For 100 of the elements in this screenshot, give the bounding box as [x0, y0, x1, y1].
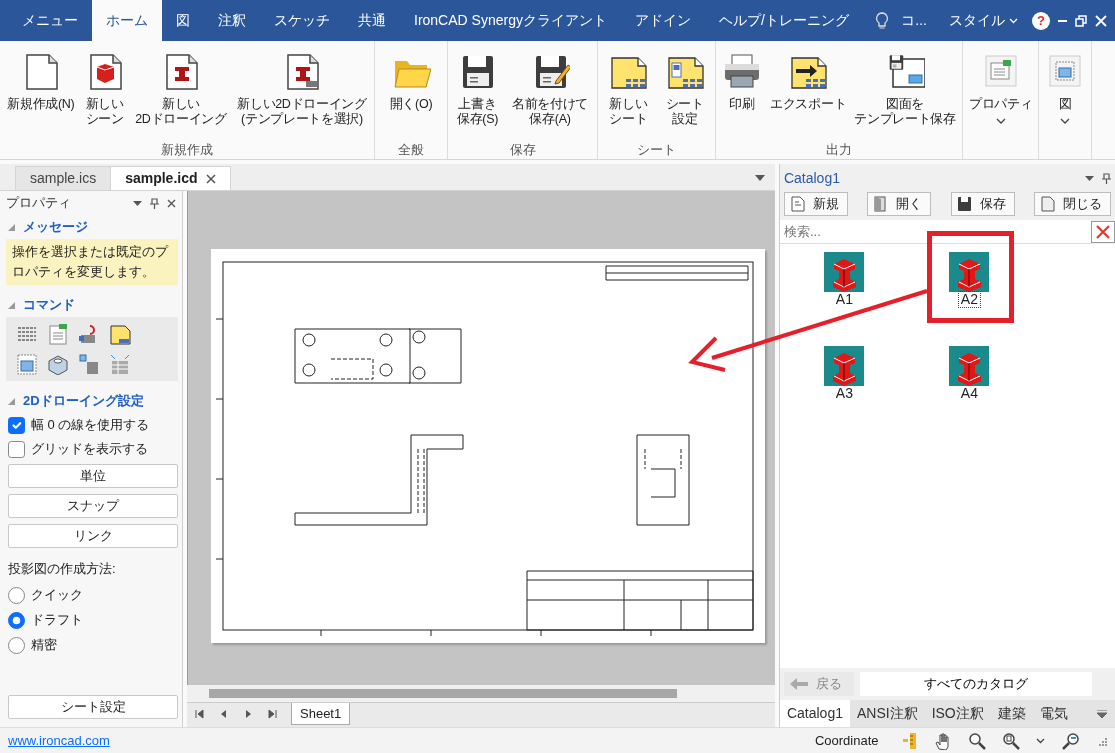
ribbon-button[interactable]: 新規作成(N) [3, 51, 79, 140]
ribbon-button[interactable]: 上書き 保存(S) [452, 51, 503, 140]
zoom-icon[interactable] [968, 731, 986, 750]
checkbox-label[interactable]: グリッドを表示する [31, 439, 148, 459]
search-hint[interactable]: コ... [901, 10, 927, 31]
ribbon-tab[interactable]: 図 [162, 0, 204, 41]
ribbon-button[interactable]: シート 設定 [660, 51, 709, 140]
panel-button[interactable]: リンク [8, 524, 178, 548]
catalog-tab[interactable]: 建築 [990, 700, 1033, 727]
ribbon-button[interactable]: 名前を付けて 保存(A) [507, 51, 593, 140]
ribbon-button[interactable]: 印刷 [718, 51, 766, 140]
ribbon-button[interactable]: 開く(O) [385, 51, 437, 140]
radio-label[interactable]: 精密 [31, 635, 57, 655]
sheet-settings-button[interactable]: シート設定 [8, 695, 178, 719]
radio-button[interactable] [8, 586, 25, 604]
ribbon-button[interactable]: 図 [1041, 51, 1090, 141]
radio-button[interactable] [8, 611, 25, 629]
clear-search-button[interactable] [1091, 221, 1115, 243]
group-label: 保存 [508, 141, 537, 159]
last-page-icon[interactable] [267, 709, 277, 719]
resize-grip-icon [1097, 735, 1107, 746]
back-arrow-icon [789, 678, 808, 690]
collapse-triangle-icon [8, 397, 15, 405]
ribbon-tab[interactable]: アドイン [620, 0, 705, 41]
section-heading[interactable]: 2Dドローイング設定 [23, 391, 144, 411]
coordinate-label: Coordinate [814, 731, 879, 750]
toolbar-button[interactable]: 保存 [950, 192, 1015, 216]
sheet-tab[interactable]: Sheet1 [291, 703, 351, 725]
ribbon-tab[interactable]: メニュー [8, 0, 92, 41]
ribbon-button[interactable]: 新しい シーン [80, 51, 129, 140]
close-icon [167, 198, 176, 208]
ribbon-button[interactable]: エクスポート [766, 51, 851, 140]
catalog-item[interactable]: A4 [949, 346, 990, 402]
dropdown-icon [754, 175, 765, 181]
section-heading[interactable]: メッセージ [23, 217, 88, 237]
first-page-icon[interactable] [195, 709, 205, 719]
panel-button[interactable]: スナップ [8, 494, 178, 518]
document-tab[interactable]: sample.ics [15, 166, 112, 190]
ribbon-tab[interactable]: IronCAD Synergyクライアント [400, 0, 621, 41]
style-menu[interactable]: スタイル [943, 9, 1024, 32]
field-label: 投影図の作成方法: [7, 560, 117, 578]
close-icon [205, 173, 216, 184]
restore-icon [1075, 14, 1087, 27]
ribbon-button[interactable]: 新しい2Dドローイング (テンプレートを選択) [233, 51, 371, 140]
catalog-tab[interactable]: ISO注釈 [924, 700, 991, 727]
toolbar-button[interactable]: 新規 [783, 192, 848, 216]
ribbon-tab[interactable]: 共通 [344, 0, 400, 41]
all-catalogs-button[interactable]: すべてのカタログ [859, 672, 1092, 696]
ribbon-button[interactable]: プロパティ [964, 51, 1037, 141]
collapse-triangle-icon [8, 301, 15, 309]
zoom-page-icon[interactable] [1002, 731, 1020, 750]
dynamic-zoom-icon[interactable] [1061, 731, 1081, 750]
next-icon[interactable] [243, 709, 253, 719]
checkbox[interactable] [8, 416, 25, 434]
catalog-tab[interactable]: Catalog1 [779, 700, 850, 727]
search-field[interactable]: 検索... [779, 220, 1091, 244]
radio-button[interactable] [8, 636, 25, 654]
ruler-icon[interactable] [902, 731, 918, 750]
checkbox-label[interactable]: 幅 0 の線を使用する [31, 415, 150, 435]
group-label: 新規作成 [160, 141, 214, 159]
previous-icon[interactable] [219, 709, 229, 719]
checkbox[interactable] [8, 440, 25, 458]
panel-button[interactable]: 単位 [8, 464, 178, 488]
toolbar-button[interactable]: 閉じる [1034, 192, 1111, 216]
radio-label[interactable]: ドラフト [31, 610, 83, 630]
ribbon-button[interactable]: 新しい シート [604, 51, 653, 140]
ribbon-tab[interactable]: 注釈 [204, 0, 260, 41]
toolbar-button[interactable]: 開く [867, 192, 932, 216]
open-door-icon [872, 196, 889, 212]
ribbon-tab[interactable]: スケッチ [260, 0, 344, 41]
catalog-item[interactable]: A2 [949, 252, 990, 308]
close-file-icon [1039, 196, 1055, 212]
catalog-tab[interactable]: 電気 [1032, 700, 1075, 727]
scrollbar[interactable] [209, 689, 677, 698]
help-button[interactable]: ? [1032, 11, 1050, 30]
block-icon[interactable] [47, 353, 69, 375]
catalog-tab[interactable]: ANSI注釈 [849, 700, 925, 727]
group-label: 出力 [824, 141, 853, 159]
group-label: 全般 [397, 141, 425, 159]
property-sheet-icon[interactable] [47, 323, 69, 345]
sheet-icon[interactable] [109, 323, 131, 345]
ribbon-tab[interactable]: ヘルプ/トレーニング [704, 0, 863, 41]
ribbon-tab[interactable]: ホーム [92, 0, 162, 41]
close-icon [1095, 14, 1107, 27]
tree-table-icon[interactable] [78, 353, 100, 375]
group-label: シート [636, 141, 677, 159]
ribbon-button[interactable]: 図面を テンプレート保存 [850, 51, 960, 140]
part-icon [824, 252, 865, 292]
catalog-item[interactable]: A1 [824, 252, 865, 308]
radio-label[interactable]: クイック [31, 585, 83, 605]
section-heading[interactable]: コマンド [23, 295, 75, 315]
chevron-down-icon[interactable] [1036, 737, 1045, 744]
document-tab[interactable]: sample.icd [110, 166, 231, 190]
catalog-item[interactable]: A3 [824, 346, 865, 402]
printer-icon [722, 51, 762, 91]
ribbon-button[interactable]: 新しい 2Dドローイング [131, 51, 231, 140]
hand-icon[interactable] [934, 731, 952, 750]
frame-icon[interactable] [16, 353, 38, 375]
website-link[interactable]: www.ironcad.com [8, 730, 110, 751]
close-icon [1096, 225, 1110, 239]
